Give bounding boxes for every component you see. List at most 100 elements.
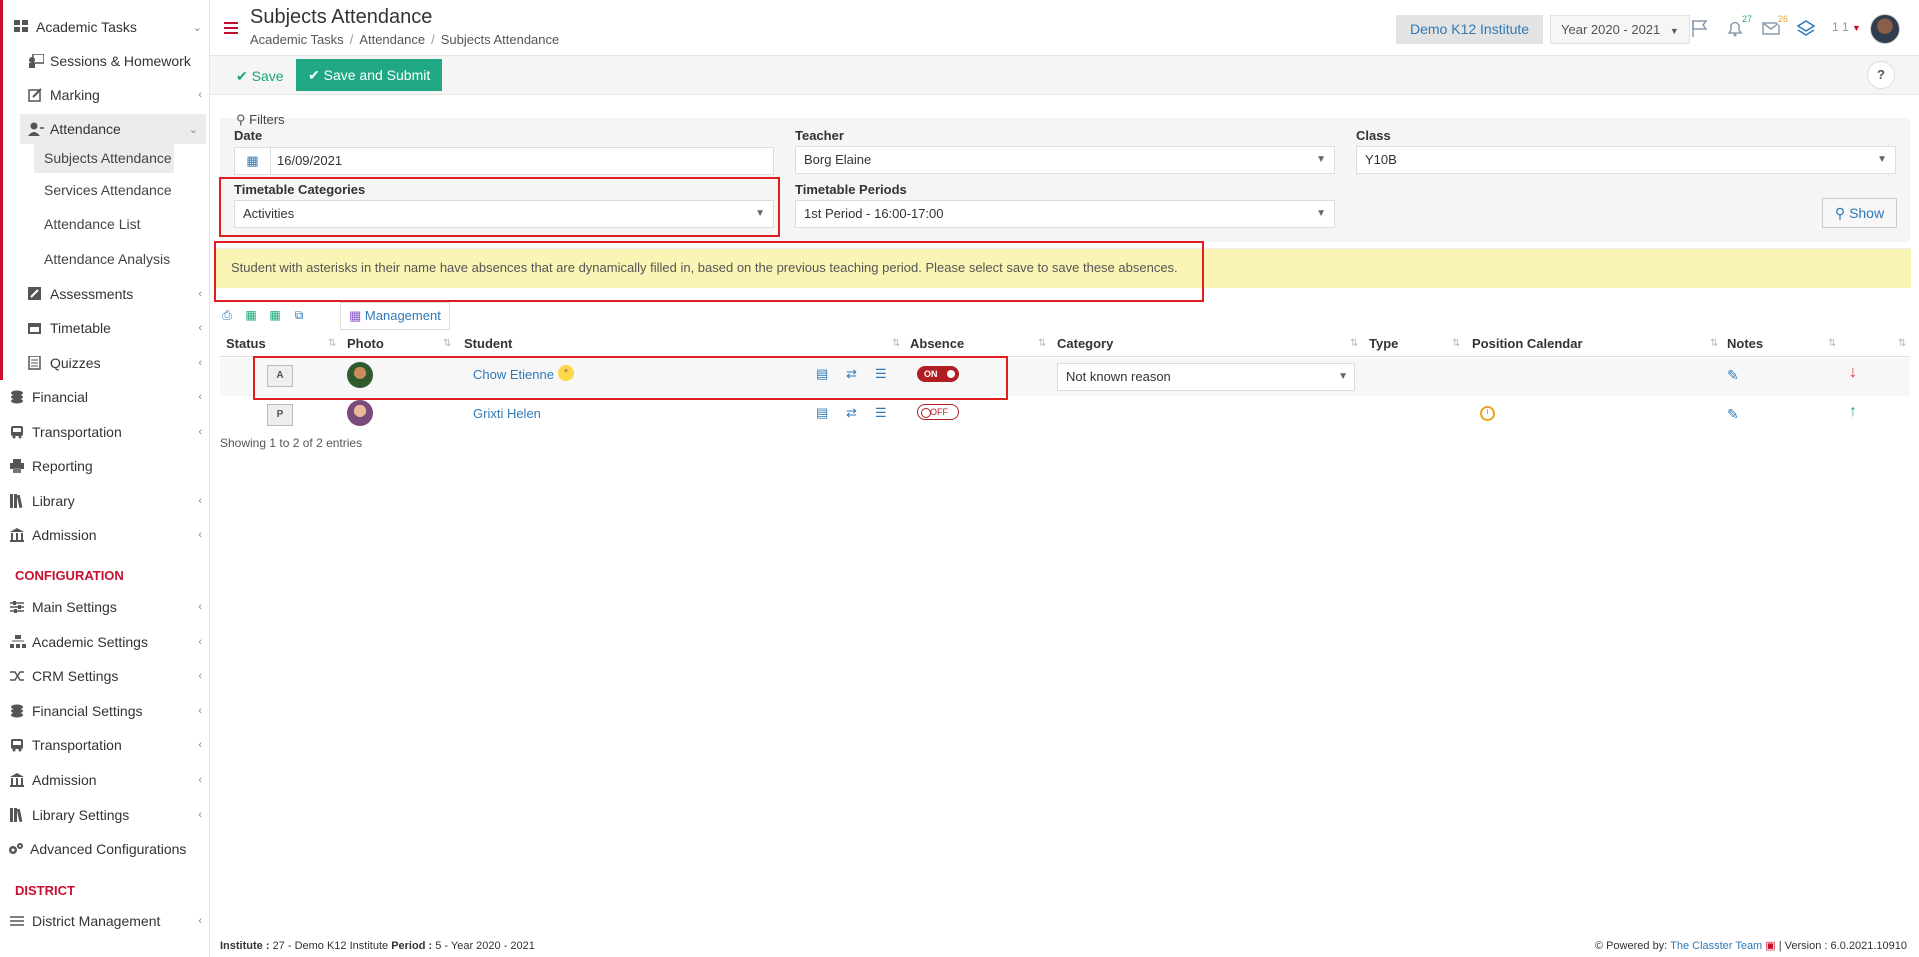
timetable-categories-select[interactable]: Activities ▼ <box>234 200 774 228</box>
chevron-left-icon: ‹ <box>198 288 202 300</box>
sidebar-item-admission[interactable]: Admission ‹ <box>0 520 210 550</box>
sort-icon[interactable]: ⇅ <box>1038 338 1046 349</box>
edit-note-icon[interactable]: ✎ <box>1727 367 1739 384</box>
envelope-icon[interactable]: 26 <box>1760 12 1790 40</box>
date-field[interactable]: ▦ 16/09/2021 <box>234 147 774 175</box>
status-button[interactable]: A <box>267 365 293 387</box>
column-header-status[interactable]: Status <box>226 336 266 351</box>
sidebar-item-main-settings[interactable]: Main Settings ‹ <box>0 592 210 622</box>
sidebar-item-marking[interactable]: Marking ‹ <box>0 80 210 110</box>
sort-icon[interactable]: ⇅ <box>1898 338 1906 349</box>
user-avatar[interactable] <box>1870 14 1900 44</box>
copy-icon[interactable]: ⧉ <box>292 308 306 322</box>
sidebar-item-timetable[interactable]: Timetable ‹ <box>0 313 210 343</box>
column-header-position-calendar[interactable]: Position Calendar <box>1472 336 1583 351</box>
student-name-link[interactable]: Grixti Helen <box>473 406 541 421</box>
sidebar-item-attendance-analysis[interactable]: Attendance Analysis <box>0 244 210 274</box>
excel-export-icon[interactable]: ▦ <box>244 308 258 322</box>
show-button[interactable]: ⚲ Show <box>1822 198 1897 228</box>
shuffle-icon[interactable]: ⇄ <box>846 366 857 382</box>
sort-icon[interactable]: ⇅ <box>443 338 451 349</box>
help-button[interactable]: ? <box>1867 61 1895 89</box>
bell-icon[interactable]: 27 <box>1724 12 1754 40</box>
year-select[interactable]: Year 2020 - 2021 ▼ <box>1550 15 1690 44</box>
sort-icon[interactable]: ⇅ <box>1350 338 1358 349</box>
institute-button[interactable]: Demo K12 Institute <box>1396 15 1544 44</box>
shuffle-icon[interactable]: ⇄ <box>846 405 857 421</box>
chevron-left-icon: ‹ <box>198 529 202 541</box>
flag-icon[interactable] <box>1688 18 1710 40</box>
sidebar-item-label: Main Settings <box>32 599 117 615</box>
list-icon[interactable]: ☰ <box>875 405 887 421</box>
column-header-category[interactable]: Category <box>1057 336 1113 351</box>
arrow-up-icon[interactable]: ↑ <box>1849 403 1857 421</box>
print-icon[interactable]: ⎙ <box>220 308 234 322</box>
messages-badge: 26 <box>1775 12 1790 26</box>
sort-icon[interactable]: ⇅ <box>1828 338 1836 349</box>
chevron-left-icon: ‹ <box>198 670 202 682</box>
csv-export-icon[interactable]: ▦ <box>268 308 282 322</box>
sidebar-item-district-management[interactable]: District Management ‹ <box>0 906 210 936</box>
sidebar-item-transportation-settings[interactable]: Transportation ‹ <box>0 730 210 760</box>
arrow-down-icon[interactable]: ↓ <box>1849 364 1857 382</box>
footer-info: Institute : 27 - Demo K12 Institute Peri… <box>220 940 535 952</box>
sidebar-item-academic-tasks[interactable]: Academic Tasks ⌄ <box>0 12 210 42</box>
classter-team-link[interactable]: The Classter Team <box>1670 940 1762 952</box>
sort-icon[interactable]: ⇅ <box>1710 338 1718 349</box>
sidebar-item-reporting[interactable]: Reporting <box>0 451 210 481</box>
sidebar-item-assessments[interactable]: Assessments ‹ <box>0 279 210 309</box>
absence-toggle[interactable]: OFF <box>917 404 959 420</box>
sidebar-item-admission-settings[interactable]: Admission ‹ <box>0 765 210 795</box>
breadcrumb-item[interactable]: Attendance <box>359 32 425 47</box>
category-select[interactable]: Not known reason ▼ <box>1057 363 1355 391</box>
breadcrumb-item[interactable]: Academic Tasks <box>250 32 344 47</box>
pencil-square-icon <box>28 287 44 301</box>
edit-note-icon[interactable]: ✎ <box>1727 406 1739 423</box>
sidebar-item-attendance-list[interactable]: Attendance List <box>0 209 210 239</box>
class-select[interactable]: Y10B ▼ <box>1356 146 1896 174</box>
column-header-student[interactable]: Student <box>464 336 512 351</box>
sidebar-item-label: Academic Settings <box>32 634 148 650</box>
user-short-label[interactable]: 1 1 ▼ <box>1832 20 1861 34</box>
sort-icon[interactable]: ⇅ <box>328 338 336 349</box>
sidebar-item-financial[interactable]: Financial ‹ <box>0 382 210 412</box>
teacher-select[interactable]: Borg Elaine ▼ <box>795 146 1335 174</box>
chevron-left-icon: ‹ <box>198 739 202 751</box>
page-title: Subjects Attendance <box>250 6 433 28</box>
timetable-periods-select[interactable]: 1st Period - 16:00-17:00 ▼ <box>795 200 1335 228</box>
column-header-absence[interactable]: Absence <box>910 336 964 351</box>
toolbar: ✔ Save ✔ Save and Submit ? <box>210 55 1919 95</box>
sidebar-item-subjects-attendance[interactable]: Subjects Attendance <box>34 143 174 173</box>
column-header-type[interactable]: Type <box>1369 336 1398 351</box>
sort-icon[interactable]: ⇅ <box>892 338 900 349</box>
sidebar-item-label: Financial <box>32 389 89 405</box>
sidebar-item-transportation[interactable]: Transportation ‹ <box>0 417 210 447</box>
management-button[interactable]: ▦ Management <box>340 302 450 330</box>
status-button[interactable]: P <box>267 404 293 426</box>
student-name-link[interactable]: Chow Etienne <box>473 367 554 382</box>
sidebar-item-financial-settings[interactable]: Financial Settings ‹ <box>0 696 210 726</box>
sidebar-item-library[interactable]: Library ‹ <box>0 486 210 516</box>
sidebar-item-attendance[interactable]: Attendance ⌄ <box>20 114 206 144</box>
save-button[interactable]: ✔ Save <box>228 61 292 91</box>
sidebar-item-sessions-homework[interactable]: Sessions & Homework <box>0 46 210 76</box>
sidebar-item-services-attendance[interactable]: Services Attendance <box>0 175 210 205</box>
absence-toggle[interactable]: ON <box>917 366 959 382</box>
bus-icon[interactable]: ▤ <box>816 405 828 421</box>
sort-icon[interactable]: ⇅ <box>1452 338 1460 349</box>
column-header-notes[interactable]: Notes <box>1727 336 1763 351</box>
notifications-badge: 27 <box>1739 12 1754 26</box>
filters-title[interactable]: ⚲ Filters <box>236 112 285 128</box>
save-and-submit-button[interactable]: ✔ Save and Submit <box>296 59 443 91</box>
bus-icon[interactable]: ▤ <box>816 366 828 382</box>
list-icon[interactable]: ☰ <box>875 366 887 382</box>
hamburger-menu-icon[interactable] <box>224 22 238 34</box>
sidebar-item-academic-settings[interactable]: Academic Settings ‹ <box>0 627 210 657</box>
sidebar-item-quizzes[interactable]: Quizzes ‹ <box>0 348 210 378</box>
column-header-photo[interactable]: Photo <box>347 336 384 351</box>
sidebar-item-advanced-configurations[interactable]: Advanced Configurations <box>0 834 210 864</box>
sidebar-item-library-settings[interactable]: Library Settings ‹ <box>0 800 210 830</box>
clock-icon[interactable] <box>1480 406 1495 421</box>
sidebar-item-crm-settings[interactable]: CRM Settings ‹ <box>0 661 210 691</box>
layers-icon[interactable] <box>1795 18 1817 40</box>
